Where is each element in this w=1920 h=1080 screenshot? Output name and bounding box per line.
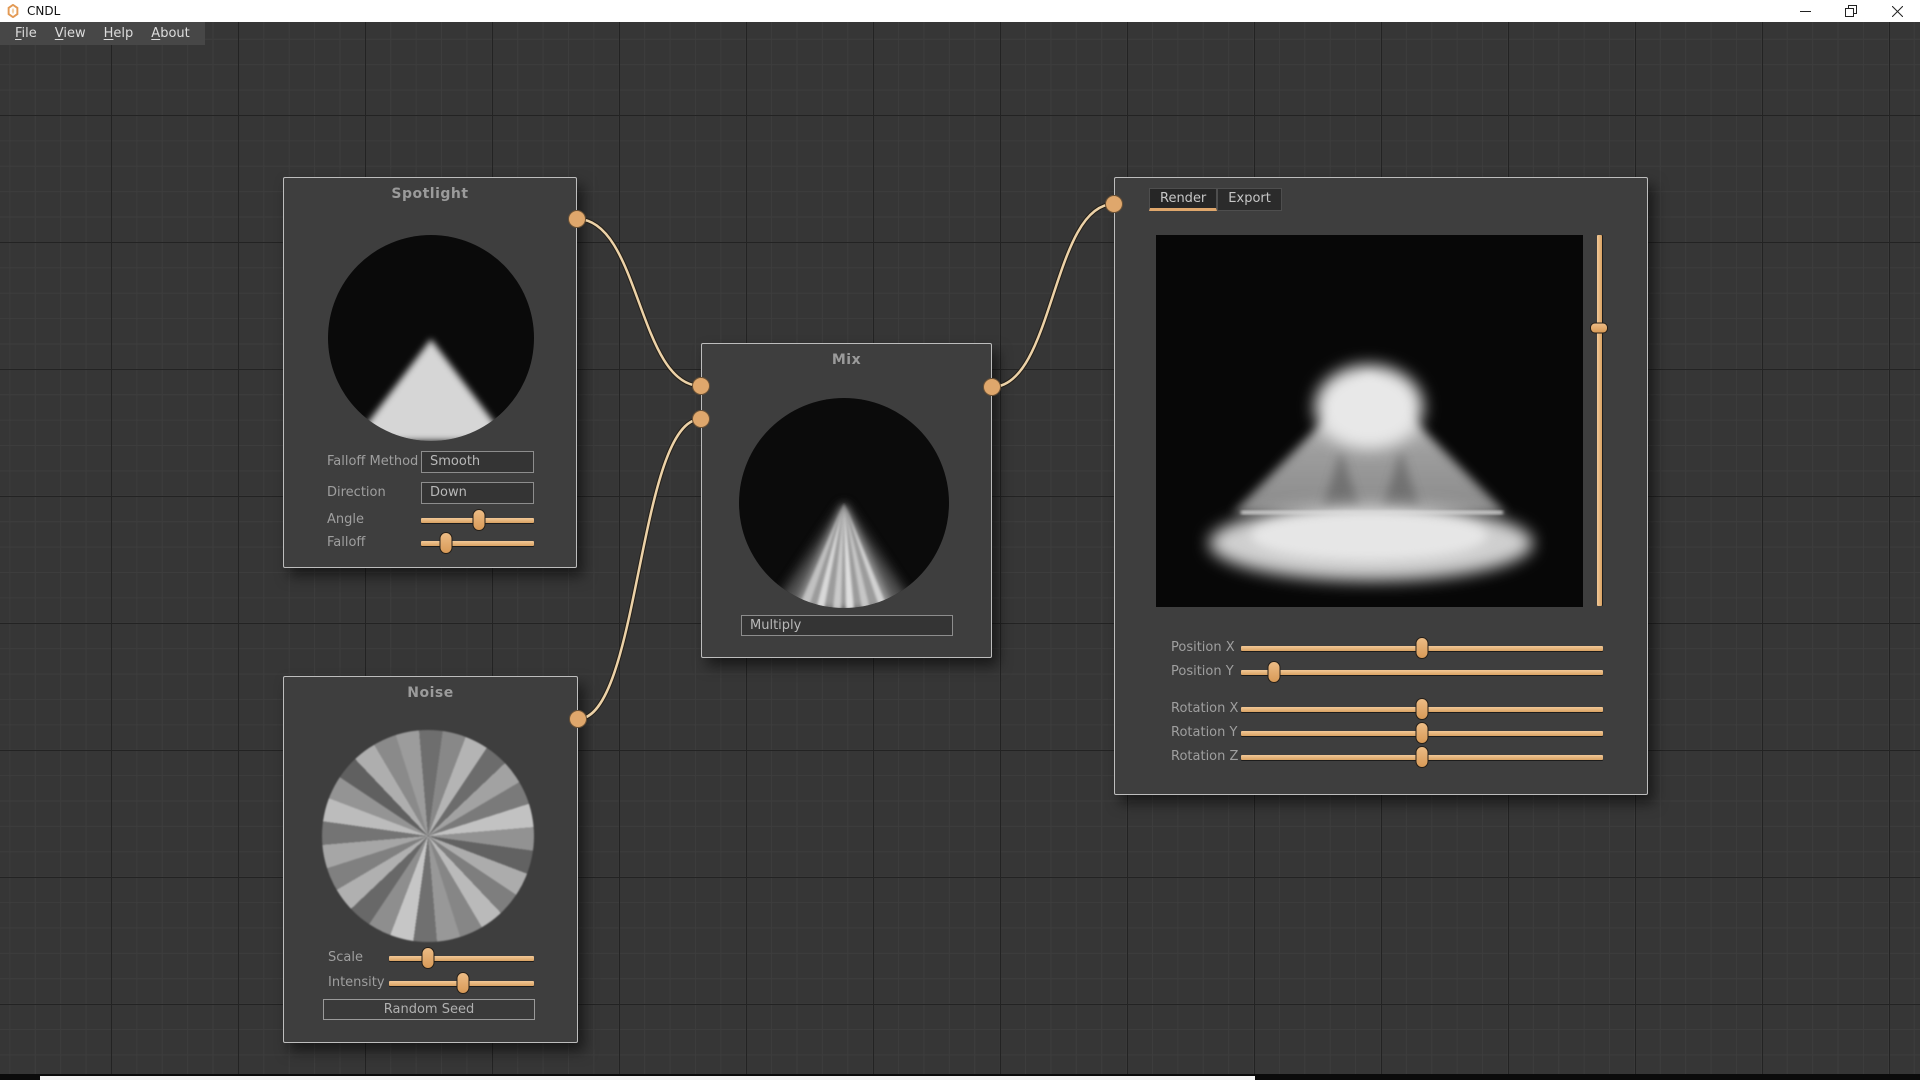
spotlight-preview — [328, 235, 534, 441]
direction-label: Direction — [327, 482, 386, 504]
rotation-z-slider[interactable] — [1241, 747, 1603, 767]
minimize-icon — [1800, 6, 1811, 17]
position-y-label: Position Y — [1171, 662, 1234, 682]
slider-track[interactable] — [421, 541, 534, 546]
intensity-slider[interactable] — [389, 973, 534, 993]
slider-handle[interactable] — [472, 509, 485, 531]
node-title: Mix — [702, 352, 991, 368]
falloff-label: Falloff — [327, 533, 365, 553]
render-panel-tabs: Render Export — [1149, 188, 1282, 211]
position-x-slider[interactable] — [1241, 638, 1603, 658]
spotlight-node[interactable]: Spotlight Falloff Method Smooth Directio… — [283, 177, 577, 568]
menu-help[interactable]: Help — [95, 26, 143, 41]
app-icon — [6, 4, 20, 18]
menubar: File View Help About — [0, 22, 205, 45]
slider-track[interactable] — [389, 956, 534, 961]
falloff-method-select[interactable]: Smooth — [421, 451, 534, 473]
background-window-peek — [40, 1076, 1255, 1080]
angle-label: Angle — [327, 510, 364, 530]
rotation-z-label: Rotation Z — [1171, 747, 1238, 767]
menu-about[interactable]: About — [142, 26, 198, 41]
falloff-slider[interactable] — [421, 533, 534, 553]
close-icon — [1892, 6, 1903, 17]
slider-handle[interactable] — [1416, 698, 1429, 720]
slider-handle[interactable] — [456, 972, 469, 994]
intensity-label: Intensity — [328, 973, 385, 993]
mix-preview — [738, 397, 950, 609]
scale-slider[interactable] — [389, 948, 534, 968]
position-x-label: Position X — [1171, 638, 1235, 658]
tab-render[interactable]: Render — [1149, 188, 1217, 211]
slider-track[interactable] — [1597, 235, 1602, 606]
menu-view[interactable]: View — [46, 26, 95, 41]
mix-mode-value: Multiply — [750, 618, 801, 633]
noise-preview — [322, 730, 534, 942]
window-title: CNDL — [27, 4, 60, 18]
slider-handle[interactable] — [439, 532, 452, 554]
bottom-edge-strip — [0, 1074, 1920, 1080]
noise-node[interactable]: Noise Scale Intensity Random Seed — [283, 676, 578, 1043]
slider-handle[interactable] — [1590, 322, 1608, 333]
slider-handle[interactable] — [422, 947, 435, 969]
render-preview — [1156, 235, 1583, 607]
tab-export[interactable]: Export — [1217, 188, 1282, 211]
restore-icon — [1845, 5, 1857, 17]
falloff-method-label: Falloff Method — [327, 451, 418, 473]
rotation-x-label: Rotation X — [1171, 699, 1238, 719]
random-seed-button[interactable]: Random Seed — [323, 999, 535, 1020]
position-y-slider[interactable] — [1241, 662, 1603, 682]
render-panel[interactable]: Render Export — [1114, 177, 1648, 795]
rotation-y-label: Rotation Y — [1171, 723, 1237, 743]
titlebar: CNDL — [0, 0, 1920, 22]
node-title: Spotlight — [284, 186, 576, 202]
direction-value: Down — [430, 485, 467, 500]
slider-handle[interactable] — [1416, 746, 1429, 768]
node-title: Noise — [284, 685, 577, 701]
falloff-method-value: Smooth — [430, 454, 480, 469]
mix-node[interactable]: Mix Multiply — [701, 343, 992, 658]
slider-track[interactable] — [1241, 670, 1603, 675]
scale-label: Scale — [328, 948, 363, 968]
slider-handle[interactable] — [1267, 661, 1280, 683]
mix-mode-select[interactable]: Multiply — [741, 615, 953, 636]
minimize-button[interactable] — [1782, 0, 1828, 22]
render-vertical-slider[interactable] — [1590, 235, 1608, 606]
slider-handle[interactable] — [1416, 722, 1429, 744]
restore-button[interactable] — [1828, 0, 1874, 22]
slider-handle[interactable] — [1416, 637, 1429, 659]
angle-slider[interactable] — [421, 510, 534, 530]
menu-file[interactable]: File — [6, 26, 46, 41]
close-button[interactable] — [1874, 0, 1920, 22]
rotation-x-slider[interactable] — [1241, 699, 1603, 719]
rotation-y-slider[interactable] — [1241, 723, 1603, 743]
direction-select[interactable]: Down — [421, 482, 534, 504]
